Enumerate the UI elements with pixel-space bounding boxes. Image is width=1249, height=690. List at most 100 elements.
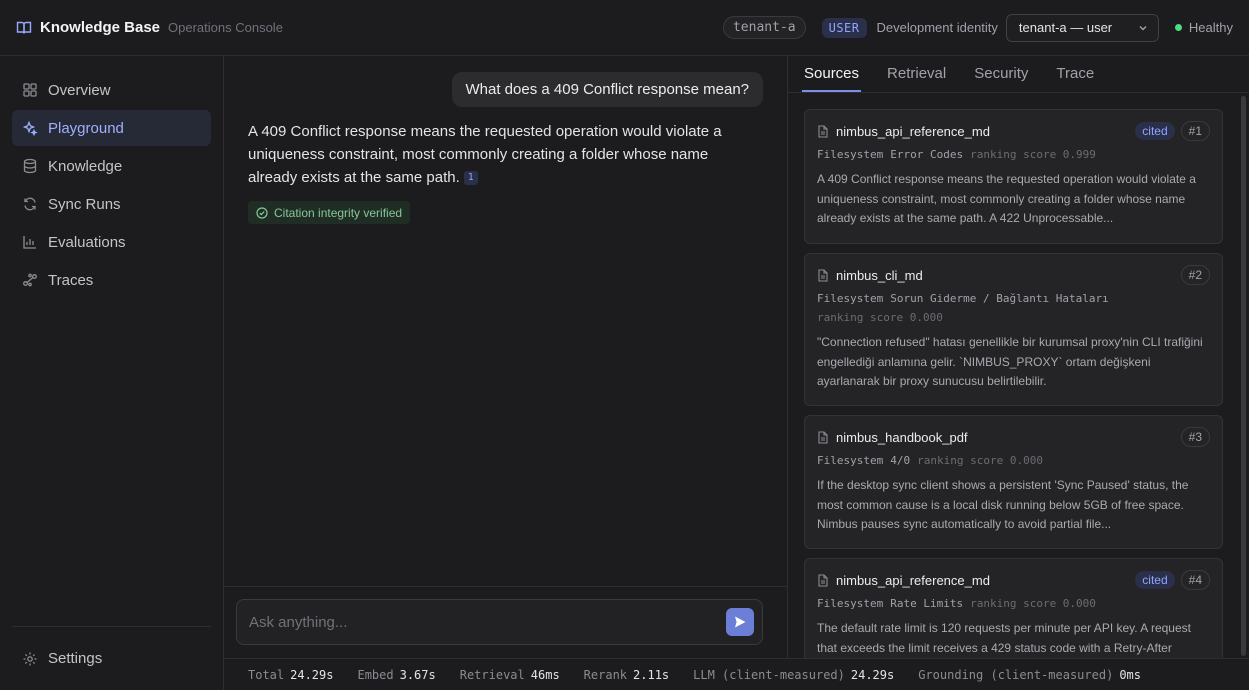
stat-retrieval: Retrieval 46ms	[459, 667, 560, 682]
source-meta: Filesystem Error Codes ranking score 0.999	[817, 145, 1210, 164]
sidebar-item-label: Settings	[48, 650, 103, 667]
sidebar-item-label: Sync Runs	[48, 195, 121, 213]
source-title: nimbus_api_reference_md	[836, 572, 990, 588]
sidebar: Overview Playground Knowledge Sync Runs …	[0, 56, 224, 690]
citation-marker[interactable]: 1	[463, 171, 478, 185]
health-status: Healthy	[1174, 20, 1233, 35]
sidebar-item-traces[interactable]: Traces	[12, 262, 211, 298]
sources-list: nimbus_api_reference_md cited #1 Filesys…	[804, 109, 1223, 687]
send-button[interactable]	[726, 608, 754, 636]
source-section: 4/0	[890, 454, 911, 467]
source-score: ranking score 0.999	[970, 148, 1096, 161]
gear-icon	[22, 651, 38, 667]
rank-badge: #3	[1180, 427, 1210, 447]
verified-label: Citation integrity verified	[274, 205, 403, 220]
sidebar-item-label: Traces	[48, 271, 94, 289]
user-message: What does a 409 Conflict response mean?	[451, 72, 763, 107]
source-title: nimbus_handbook_pdf	[836, 429, 968, 445]
identity-value: tenant-a — user	[1018, 20, 1113, 35]
source-card[interactable]: nimbus_handbook_pdf #3 Filesystem 4/0 rank…	[804, 415, 1223, 549]
assistant-answer: A 409 Conflict response means the reques…	[248, 120, 748, 189]
sidebar-item-settings[interactable]: Settings	[12, 641, 211, 677]
tab-retrieval[interactable]: Retrieval	[885, 65, 948, 92]
composer-area	[224, 586, 787, 658]
source-system: Filesystem	[817, 597, 884, 610]
rank-badge: #2	[1180, 265, 1210, 285]
role-badge: USER	[821, 17, 867, 38]
health-label: Healthy	[1188, 20, 1233, 35]
stat-grounding: Grounding (client-measured) 0ms	[918, 667, 1141, 682]
source-section: Sorun Giderme / Bağlantı Hataları	[890, 292, 1109, 305]
top-bar: Knowledge Base Operations Console tenant…	[0, 0, 1249, 56]
stat-embed: Embed 3.67s	[357, 667, 436, 682]
document-icon	[817, 268, 829, 282]
sidebar-item-label: Evaluations	[48, 233, 126, 251]
source-card[interactable]: nimbus_api_reference_md cited #1 Filesys…	[804, 109, 1223, 244]
cited-badge: cited	[1135, 571, 1175, 589]
document-icon	[817, 124, 829, 138]
status-dot-icon	[1174, 24, 1182, 31]
stat-llm: LLM (client-measured) 24.29s	[693, 667, 895, 682]
app-title: Knowledge Base	[40, 19, 161, 36]
inspector-panel: Sources Retrieval Security Trace nimbus_…	[788, 56, 1249, 678]
source-title: nimbus_cli_md	[836, 267, 923, 283]
check-circle-icon	[256, 206, 268, 219]
source-snippet: "Connection refused" hatası genellikle b…	[817, 335, 1203, 388]
cited-badge: cited	[1135, 122, 1175, 140]
tenant-badge: tenant-a	[722, 16, 806, 39]
source-snippet: If the desktop sync client shows a persi…	[817, 478, 1189, 531]
sidebar-item-playground[interactable]: Playground	[12, 110, 211, 146]
answer-text: A 409 Conflict response means the reques…	[248, 123, 722, 186]
source-section: Error Codes	[890, 148, 964, 161]
source-meta: Filesystem Rate Limits ranking score 0.000	[817, 594, 1210, 613]
sparkles-icon	[22, 120, 38, 136]
source-system: Filesystem	[817, 148, 884, 161]
document-icon	[817, 573, 829, 587]
source-meta: Filesystem Sorun Giderme / Bağlantı Hatal…	[817, 289, 1210, 327]
sidebar-item-evaluations[interactable]: Evaluations	[12, 224, 211, 260]
sidebar-footer: Settings	[12, 626, 211, 690]
sidebar-item-label: Knowledge	[48, 157, 123, 175]
sidebar-item-overview[interactable]: Overview	[12, 72, 211, 108]
workflow-icon	[22, 272, 38, 288]
refresh-icon	[22, 196, 38, 212]
send-icon	[733, 615, 747, 629]
sources-scrollbar[interactable]	[1241, 96, 1246, 656]
ask-input[interactable]	[249, 613, 726, 631]
stat-rerank: Rerank 2.11s	[583, 667, 670, 682]
chevron-down-icon	[1138, 23, 1148, 33]
sidebar-nav: Overview Playground Knowledge Sync Runs …	[0, 56, 223, 298]
tab-trace[interactable]: Trace	[1054, 65, 1096, 92]
source-meta: Filesystem 4/0 ranking score 0.000	[817, 451, 1210, 470]
source-snippet: A 409 Conflict response means the reques…	[817, 172, 1196, 225]
book-open-icon	[16, 20, 32, 36]
sidebar-item-sync-runs[interactable]: Sync Runs	[12, 186, 211, 222]
source-card[interactable]: nimbus_cli_md #2 Filesystem Sorun Giderme…	[804, 253, 1223, 406]
source-section: Rate Limits	[890, 597, 964, 610]
stat-total: Total 24.29s	[248, 667, 334, 682]
source-system: Filesystem	[817, 292, 884, 305]
source-score: ranking score 0.000	[817, 311, 943, 324]
sidebar-item-label: Playground	[48, 119, 124, 137]
sidebar-item-label: Overview	[48, 81, 111, 99]
identity-label: Development identity	[876, 20, 998, 35]
source-system: Filesystem	[817, 454, 884, 467]
identity-select[interactable]: tenant-a — user	[1005, 13, 1159, 42]
rank-badge: #4	[1180, 570, 1210, 590]
composer	[236, 599, 763, 645]
database-icon	[22, 158, 38, 174]
rank-badge: #1	[1180, 121, 1210, 141]
inspector-tabs: Sources Retrieval Security Trace	[788, 56, 1249, 93]
source-score: ranking score 0.000	[917, 454, 1043, 467]
bar-chart-icon	[22, 234, 38, 250]
source-score: ranking score 0.000	[970, 597, 1096, 610]
app-subtitle: Operations Console	[168, 20, 283, 35]
source-title: nimbus_api_reference_md	[836, 123, 990, 139]
tab-sources[interactable]: Sources	[802, 65, 862, 92]
citation-verified-badge: Citation integrity verified	[248, 201, 411, 224]
scrollbar-thumb[interactable]	[1241, 96, 1246, 656]
sidebar-item-knowledge[interactable]: Knowledge	[12, 148, 211, 184]
chat-panel: What does a 409 Conflict response mean? …	[224, 56, 788, 658]
document-icon	[817, 430, 829, 444]
tab-security[interactable]: Security	[972, 65, 1030, 92]
